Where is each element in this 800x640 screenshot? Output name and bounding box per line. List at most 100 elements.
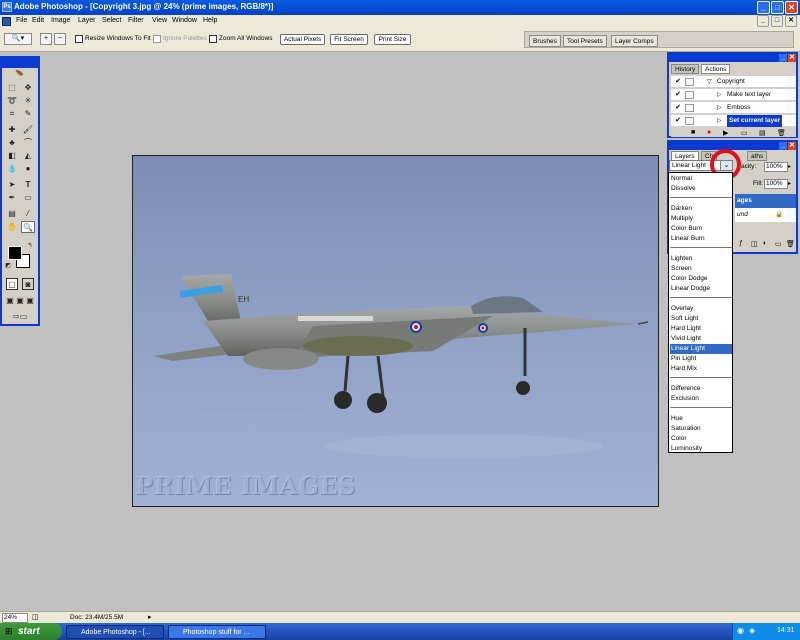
menu-layer[interactable]: Layer: [78, 17, 96, 24]
fill-input[interactable]: 100%: [764, 179, 788, 189]
blend-option-color[interactable]: Color: [670, 434, 732, 444]
blend-option-linear-dodge[interactable]: Linear Dodge: [670, 284, 732, 294]
magic-wand-icon[interactable]: ✳: [21, 95, 35, 107]
menu-help[interactable]: Help: [203, 17, 217, 24]
opacity-arrow-icon[interactable]: ▸: [788, 163, 791, 170]
type-tool-icon[interactable]: T: [21, 179, 35, 191]
pen-tool-icon[interactable]: ✒: [5, 192, 19, 204]
toolbox-titlebar[interactable]: [2, 58, 38, 68]
layers-palette-minimize[interactable]: _: [779, 142, 787, 150]
blend-option-difference[interactable]: Difference: [670, 384, 732, 394]
blend-option-pin-light[interactable]: Pin Light: [670, 354, 732, 364]
dodge-tool-icon[interactable]: ●: [21, 163, 35, 175]
foreground-color-swatch[interactable]: [8, 246, 22, 260]
actual-pixels-button[interactable]: Actual Pixels: [280, 34, 325, 45]
healing-brush-icon[interactable]: ✚: [5, 124, 19, 136]
path-selection-icon[interactable]: ➤: [5, 179, 19, 191]
action-copyright[interactable]: ✔ ▽ Copyright: [671, 76, 796, 88]
blend-option-soft-light[interactable]: Soft Light: [670, 314, 732, 324]
tab-paths[interactable]: aths: [747, 151, 768, 161]
blend-option-saturation[interactable]: Saturation: [670, 424, 732, 434]
doc-restore-button[interactable]: □: [771, 15, 783, 27]
document-icon[interactable]: [2, 17, 11, 26]
action-check[interactable]: ✔: [673, 102, 683, 114]
action-check[interactable]: ✔: [673, 115, 683, 127]
maximize-button[interactable]: □: [771, 1, 784, 14]
menu-file[interactable]: File: [16, 17, 27, 24]
layer-row-background[interactable]: und 🔒: [735, 208, 796, 222]
menu-window[interactable]: Window: [172, 17, 197, 24]
network-icon[interactable]: ◉: [737, 626, 744, 635]
layers-palette-close[interactable]: ✕: [788, 142, 796, 150]
eraser-tool-icon[interactable]: ◧: [5, 150, 19, 162]
doc-close-button[interactable]: ✕: [785, 15, 797, 27]
blend-option-vivid-light[interactable]: Vivid Light: [670, 334, 732, 344]
blend-option-overlay[interactable]: Overlay: [670, 304, 732, 314]
eyedropper-icon[interactable]: ⁄: [21, 208, 35, 220]
minimize-button[interactable]: _: [757, 1, 770, 14]
blend-option-hard-mix[interactable]: Hard Mix: [670, 364, 732, 374]
move-tool-icon[interactable]: ✥: [21, 82, 35, 94]
fit-screen-button[interactable]: Fit Screen: [330, 34, 368, 45]
blend-option-linear-light[interactable]: Linear Light: [670, 344, 732, 354]
blend-option-lighten[interactable]: Lighten: [670, 254, 732, 264]
delete-layer-icon[interactable]: 🗑: [786, 240, 795, 248]
blend-option-color-dodge[interactable]: Color Dodge: [670, 274, 732, 284]
expand-right-icon[interactable]: ▷: [717, 102, 722, 114]
layers-palette-titlebar[interactable]: [669, 142, 796, 150]
zoom-tool-preset-icon[interactable]: 🔍▾: [4, 33, 32, 45]
delete-action-icon[interactable]: 🗑: [777, 129, 786, 137]
actions-palette-minimize[interactable]: _: [779, 54, 787, 62]
dialog-toggle[interactable]: [685, 91, 694, 99]
tab-brushes[interactable]: Brushes: [529, 35, 561, 47]
dialog-toggle[interactable]: [685, 78, 694, 86]
zoom-level-input[interactable]: 24%: [2, 613, 28, 623]
jump-to-imageready-icon[interactable]: ⇨▭: [7, 311, 33, 323]
history-brush-icon[interactable]: ⌒: [21, 137, 35, 149]
print-size-button[interactable]: Print Size: [374, 34, 411, 45]
brush-tool-icon[interactable]: 🖌: [21, 124, 35, 136]
menu-filter[interactable]: Filter: [128, 17, 144, 24]
tab-layer-comps[interactable]: Layer Comps: [611, 35, 658, 47]
close-button[interactable]: ✕: [785, 1, 798, 14]
layer-style-icon[interactable]: ƒ: [739, 240, 743, 247]
actions-palette-close[interactable]: ✕: [788, 54, 796, 62]
action-make-text-layer[interactable]: ✔ ▷ Make text layer: [671, 89, 796, 101]
adobe-feather-icon[interactable]: 🪶: [5, 70, 35, 80]
zoom-in-icon[interactable]: +: [40, 33, 52, 45]
record-icon[interactable]: ●: [707, 129, 711, 136]
tab-actions[interactable]: Actions: [701, 64, 731, 74]
zoom-out-icon[interactable]: −: [54, 33, 66, 45]
expand-right-icon[interactable]: ▷: [717, 89, 722, 101]
adjustment-layer-icon[interactable]: ◐: [763, 240, 767, 247]
lasso-tool-icon[interactable]: ➰: [5, 95, 19, 107]
blend-option-luminosity[interactable]: Luminosity: [670, 444, 732, 454]
blend-option-screen[interactable]: Screen: [670, 264, 732, 274]
ignore-palettes-checkbox[interactable]: [153, 35, 161, 43]
blur-tool-icon[interactable]: 💧: [5, 163, 19, 175]
menu-view[interactable]: View: [152, 17, 167, 24]
status-menu-arrow-icon[interactable]: ▸: [148, 613, 152, 621]
blend-option-color-burn[interactable]: Color Burn: [670, 224, 732, 234]
tab-history[interactable]: History: [671, 64, 700, 74]
zoom-tool-icon[interactable]: 🔍: [21, 221, 35, 233]
dialog-toggle[interactable]: [685, 117, 694, 125]
menu-select[interactable]: Select: [102, 17, 121, 24]
screen-mode-full-icon[interactable]: ▣: [25, 295, 35, 307]
clone-stamp-icon[interactable]: ♣: [5, 137, 19, 149]
crop-tool-icon[interactable]: ⌗: [5, 108, 19, 120]
tab-tool-presets[interactable]: Tool Presets: [563, 35, 607, 47]
zoom-all-windows-checkbox[interactable]: [209, 35, 217, 43]
blend-option-dissolve[interactable]: Dissolve: [670, 184, 732, 194]
new-set-icon[interactable]: ▭: [741, 129, 748, 137]
action-check[interactable]: ✔: [673, 76, 683, 88]
volume-icon[interactable]: ◈: [749, 626, 755, 635]
slice-tool-icon[interactable]: ✎: [21, 108, 35, 120]
default-colors-icon[interactable]: ◩: [4, 262, 12, 270]
blend-option-hue[interactable]: Hue: [670, 414, 732, 424]
blend-option-multiply[interactable]: Multiply: [670, 214, 732, 224]
blend-option-exclusion[interactable]: Exclusion: [670, 394, 732, 404]
document-canvas[interactable]: EH PRIME IMAGES: [132, 155, 659, 507]
action-check[interactable]: ✔: [673, 89, 683, 101]
actions-palette-titlebar[interactable]: [669, 54, 796, 62]
